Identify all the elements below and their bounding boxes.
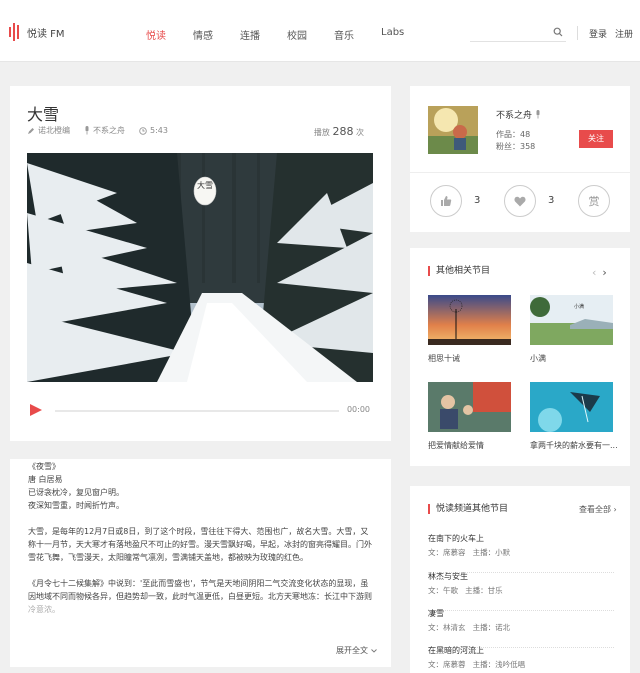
thumbs-up-icon [441, 196, 452, 206]
progress-bar[interactable] [55, 410, 339, 412]
episode-meta: 诺北橙编 不系之舟 5:43 [27, 125, 182, 136]
episode-duration: 5:43 [150, 126, 168, 135]
heart-icon [514, 196, 526, 206]
reward-label: 赏 [588, 195, 600, 208]
microphone-icon [536, 110, 540, 119]
see-all-link[interactable]: 查看全部 › [579, 504, 617, 515]
related-pager: ‹ › [592, 266, 607, 279]
related-title: 其他相关节目 [428, 266, 490, 276]
episode-editor[interactable]: 诺北橙编 [38, 125, 70, 136]
text-line: 雪花飞舞，飞雪漫天，太阳瞳常气凛冽，雪满铺天盖地，都被映为玫瑰的红色。 [28, 553, 308, 562]
search-icon[interactable] [553, 27, 563, 37]
favorite-button[interactable] [504, 185, 536, 217]
text-line: 《夜雪》 [28, 462, 60, 471]
text-line: 夜深知雪重，时闻折竹声。 [28, 501, 124, 510]
chevron-left-icon[interactable]: ‹ [592, 266, 596, 279]
main-nav: 悦读 情感 连播 校园 音乐 Labs [146, 27, 431, 42]
text-line: 冷意浓。 [28, 605, 60, 614]
channel-title: 悦读频道其他节目 [428, 504, 508, 514]
text-line: 唐 白居易 [28, 475, 63, 484]
related-thumb-1[interactable] [428, 295, 511, 345]
favorite-count: 3 [548, 195, 555, 206]
related-thumb-2[interactable]: 小满 [530, 295, 613, 345]
nav-item-music[interactable]: 音乐 [334, 27, 354, 42]
related-thumb-4[interactable] [530, 382, 613, 432]
text-line: 因地域不同而物候各异，但趋势却一致，此时气温更低，白昼更短。北方天寒地冻：长江中… [28, 592, 372, 601]
author-avatar[interactable] [428, 106, 478, 154]
expand-text-link[interactable]: 展开全文 [336, 645, 377, 656]
nav-item-campus[interactable]: 校园 [287, 27, 307, 42]
header-divider [577, 26, 578, 40]
register-link[interactable]: 注册 [615, 27, 633, 40]
chevron-down-icon [370, 649, 377, 653]
program-name[interactable]: 凄雪 [428, 608, 444, 619]
like-count: 3 [474, 195, 481, 206]
top-header: 悦读 FM 悦读 情感 连播 校园 音乐 Labs 登录 注册 [0, 0, 640, 62]
pen-icon [28, 127, 34, 134]
chevron-right-icon[interactable]: › [602, 266, 606, 279]
program-name[interactable]: 在黑暗的河流上 [428, 645, 484, 656]
episode-title: 大雪 [27, 105, 60, 124]
nav-item-emotion[interactable]: 情感 [193, 27, 213, 42]
list-item: 在南下的火车上 文：席慕容 主播：小默 [428, 533, 614, 573]
snow-forest-illustration: 大雪 [27, 153, 373, 382]
clock-icon [139, 126, 147, 135]
author-works: 作品：48 [496, 130, 531, 139]
list-item: 在黑暗的河流上 文：席慕蓉 主播：浅吟低唱 [428, 645, 526, 669]
play-button[interactable] [30, 404, 42, 416]
audio-player: 00:00 [30, 403, 370, 419]
text-line: 大雪，是每年的12月7日或8日，到了这个时段，雪往往下得大、范围也广，故名大雪。… [28, 527, 369, 536]
program-name[interactable]: 在南下的火车上 [428, 533, 484, 544]
search-box [470, 24, 566, 42]
microphone-icon [85, 126, 89, 135]
episode-anchor[interactable]: 不系之舟 [93, 125, 125, 136]
text-line: 已讶衾枕冷，复见窗户明。 [28, 488, 124, 497]
cover-stamp-text: 大雪 [197, 180, 213, 190]
related-thumb-3[interactable] [428, 382, 511, 432]
related-caption[interactable]: 相思十诫 [428, 353, 460, 364]
related-caption[interactable]: 小满 [530, 353, 546, 364]
play-count-value: 288 [332, 125, 354, 138]
reward-button[interactable]: 赏 [578, 185, 610, 217]
nav-item-labs[interactable]: Labs [381, 27, 404, 42]
logo[interactable]: 悦读 FM [9, 23, 65, 41]
author-divider [410, 172, 630, 173]
related-caption[interactable]: 把爱情献给爱情 [428, 440, 484, 451]
logo-text: 悦读 FM [27, 28, 65, 40]
list-item: 林杰与安生 文：午歌 主播：甘乐 [428, 571, 614, 611]
nav-item-read[interactable]: 悦读 [146, 27, 166, 42]
search-input[interactable] [470, 24, 550, 40]
author-name[interactable]: 不系之舟 [496, 108, 541, 121]
logo-icon [9, 23, 19, 41]
login-link[interactable]: 登录 [589, 27, 607, 40]
nav-item-series[interactable]: 连播 [240, 27, 260, 42]
author-fans: 粉丝：358 [496, 142, 536, 151]
program-name[interactable]: 林杰与安生 [428, 571, 468, 582]
time-display: 00:00 [346, 405, 370, 414]
episode-text: 《夜雪》 唐 白居易 已讶衾枕冷，复见窗户明。 夜深知雪重，时闻折竹声。 大雪，… [28, 460, 376, 616]
like-button[interactable] [430, 185, 462, 217]
related-caption[interactable]: 拿两千块的薪水要有一... [530, 440, 618, 451]
text-line: 称十一月节，天大寒才有落地盈尺不可止的好雪。漫天雪飘好喝，早起，冰封的窗亮得耀目… [28, 540, 372, 549]
play-count: 播放 288 次 [313, 125, 364, 138]
episode-cover-image: 大雪 [27, 153, 373, 382]
follow-button[interactable]: 关注 [579, 130, 613, 148]
text-line: 《月令七十二候集解》中说到：'至此而雪盛也'，节气是天地间阴阳二气交流变化状态的… [28, 579, 369, 588]
list-item: 凄雪 文：林清玄 主播：诺北 [428, 608, 614, 648]
svg-text:小满: 小满 [574, 303, 584, 310]
